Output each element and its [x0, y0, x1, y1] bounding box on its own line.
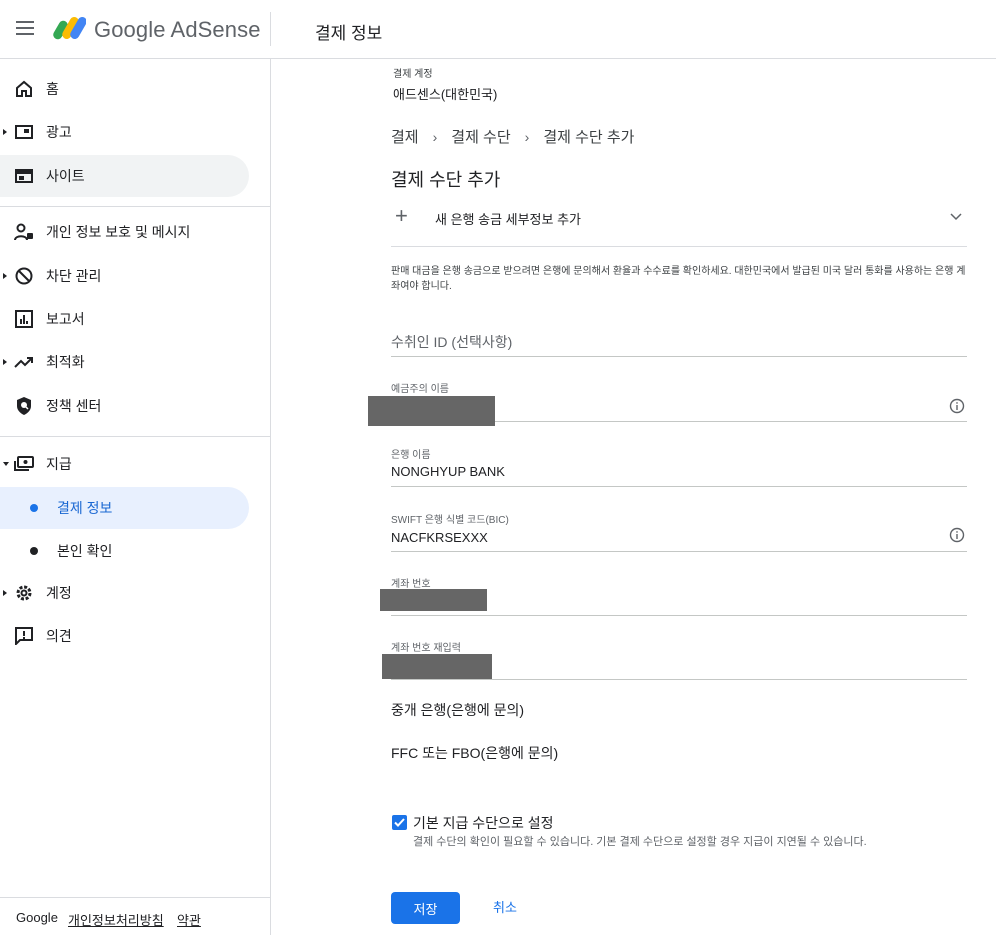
sidebar-item-payments-info[interactable]: 결제 정보: [0, 487, 249, 529]
sidebar-item-payments[interactable]: 지급: [0, 443, 249, 485]
sidebar-item-label: 홈: [46, 81, 59, 97]
sidebar-item-label: 정책 센터: [46, 398, 102, 414]
payee-id-placeholder: 수취인 ID (선택사항): [391, 334, 513, 350]
breadcrumb-payment-methods[interactable]: 결제 수단: [451, 126, 510, 147]
topbar-divider: [270, 12, 271, 46]
bank-name-field[interactable]: 은행 이름 NONGHYUP BANK: [391, 443, 967, 487]
sidebar-item-label: 보고서: [46, 311, 85, 327]
checkmark-icon: [394, 818, 405, 827]
block-icon: [13, 265, 35, 287]
home-icon: [13, 78, 35, 100]
chevron-right-icon: ›: [524, 128, 530, 145]
save-button[interactable]: 저장: [391, 892, 460, 924]
account-holder-label: 예금주의 이름: [391, 384, 449, 395]
breadcrumb-current: 결제 수단 추가: [543, 129, 635, 146]
sidebar-item-policy-center[interactable]: 정책 센터: [0, 385, 249, 427]
ffc-fbo-link[interactable]: FFC 또는 FBO(은행에 문의): [391, 743, 558, 763]
swift-code-label: SWIFT 은행 식별 코드(BIC): [391, 515, 509, 526]
redacted-account-number-confirm: [382, 654, 492, 679]
terms-link[interactable]: 약관: [177, 910, 201, 929]
default-payment-checkbox[interactable]: [392, 815, 407, 830]
add-bank-transfer-expander[interactable]: + 새 은행 송금 세부정보 추가: [391, 197, 967, 247]
payments-icon: [13, 453, 35, 475]
sidebar: 홈 광고 사이트 개인 정보 보호 및 메시지 차단 관리 보고서 최적화 정책…: [0, 59, 271, 935]
sidebar-item-label: 최적화: [46, 354, 85, 370]
dot-icon: [30, 547, 38, 555]
chevron-right-icon: ›: [432, 128, 438, 145]
info-icon[interactable]: [949, 398, 965, 414]
gear-icon: [13, 582, 35, 604]
sidebar-divider: [0, 206, 270, 207]
sidebar-item-label: 광고: [46, 124, 72, 140]
intermediary-bank-link[interactable]: 중개 은행(은행에 문의): [391, 700, 524, 720]
sidebar-item-sites[interactable]: 사이트: [0, 155, 249, 197]
chevron-down-icon[interactable]: [949, 209, 963, 223]
active-dot-icon: [30, 504, 38, 512]
payee-id-field[interactable]: 수취인 ID (선택사항): [391, 321, 967, 357]
account-number-label: 계좌 번호: [391, 579, 431, 590]
section-title: 결제 수단 추가: [391, 170, 501, 190]
reports-icon: [13, 308, 35, 330]
payment-account-label: 결제 계정: [393, 69, 433, 80]
sidebar-item-verification[interactable]: 본인 확인: [0, 530, 249, 572]
bank-transfer-note: 판매 대금을 은행 송금으로 받으려면 은행에 문의해서 환율과 수수료를 확인…: [391, 266, 966, 292]
sidebar-item-label: 차단 관리: [46, 268, 102, 284]
sidebar-item-account[interactable]: 계정: [0, 572, 249, 614]
brand-name[interactable]: Google AdSense: [94, 17, 261, 43]
sidebar-item-blocking-controls[interactable]: 차단 관리: [0, 255, 249, 297]
sidebar-item-label: 본인 확인: [57, 543, 113, 559]
privacy-messaging-icon: [13, 221, 35, 243]
sidebar-item-feedback[interactable]: 의견: [0, 615, 249, 657]
sidebar-item-label: 사이트: [46, 168, 85, 184]
main-content: 결제 계정 애드센스(대한민국) 결제 › 결제 수단 › 결제 수단 추가 결…: [271, 59, 996, 935]
cancel-button[interactable]: 취소: [493, 897, 517, 916]
collapse-arrow-icon[interactable]: [3, 462, 9, 466]
menu-icon[interactable]: [14, 17, 36, 39]
info-icon[interactable]: [949, 527, 965, 543]
sites-icon: [13, 165, 35, 187]
bank-name-value: NONGHYUP BANK: [391, 464, 505, 479]
sidebar-item-optimization[interactable]: 최적화: [0, 341, 249, 383]
top-app-bar: Google AdSense 결제 정보: [0, 0, 996, 59]
sidebar-item-label: 지급: [46, 456, 72, 472]
footer-google: Google: [16, 910, 58, 925]
sidebar-item-ads[interactable]: 광고: [0, 111, 249, 153]
policy-shield-icon: [13, 395, 35, 417]
sidebar-item-privacy-messaging[interactable]: 개인 정보 보호 및 메시지: [0, 211, 249, 253]
sidebar-footer: Google 개인정보처리방침 약관: [0, 897, 270, 935]
redacted-account-number: [380, 589, 487, 611]
plus-icon: +: [395, 203, 408, 228]
sidebar-divider: [0, 436, 270, 437]
expand-arrow-icon[interactable]: [3, 273, 7, 279]
expand-arrow-icon[interactable]: [3, 129, 7, 135]
bank-name-label: 은행 이름: [391, 450, 431, 461]
expand-arrow-icon[interactable]: [3, 590, 7, 596]
sidebar-item-label: 계정: [46, 585, 72, 601]
sidebar-item-home[interactable]: 홈: [0, 68, 249, 110]
sidebar-item-reports[interactable]: 보고서: [0, 298, 249, 340]
default-payment-help: 결제 수단의 확인이 필요할 수 있습니다. 기본 결제 수단으로 설정할 경우…: [413, 836, 867, 848]
breadcrumb-payments[interactable]: 결제: [391, 126, 419, 147]
redacted-account-holder: [368, 396, 495, 426]
ad-icon: [13, 121, 35, 143]
swift-code-field[interactable]: SWIFT 은행 식별 코드(BIC) NACFKRSEXXX: [391, 508, 967, 552]
adsense-logo-icon: [53, 17, 86, 40]
page-title: 결제 정보: [315, 24, 383, 43]
account-number-confirm-label: 계좌 번호 재입력: [391, 643, 461, 654]
sidebar-item-label: 의견: [46, 628, 72, 644]
payment-account-value: 애드센스(대한민국): [393, 87, 498, 102]
expand-arrow-icon[interactable]: [3, 359, 7, 365]
privacy-policy-link[interactable]: 개인정보처리방침: [68, 910, 164, 929]
default-payment-label[interactable]: 기본 지급 수단으로 설정: [413, 813, 553, 833]
feedback-icon: [13, 625, 35, 647]
sidebar-item-label: 개인 정보 보호 및 메시지: [46, 224, 191, 240]
swift-code-value: NACFKRSEXXX: [391, 530, 488, 545]
sidebar-item-label: 결제 정보: [57, 500, 113, 516]
optimization-icon: [13, 351, 35, 373]
breadcrumb: 결제 › 결제 수단 › 결제 수단 추가: [391, 126, 634, 147]
expander-label: 새 은행 송금 세부정보 추가: [435, 212, 582, 227]
